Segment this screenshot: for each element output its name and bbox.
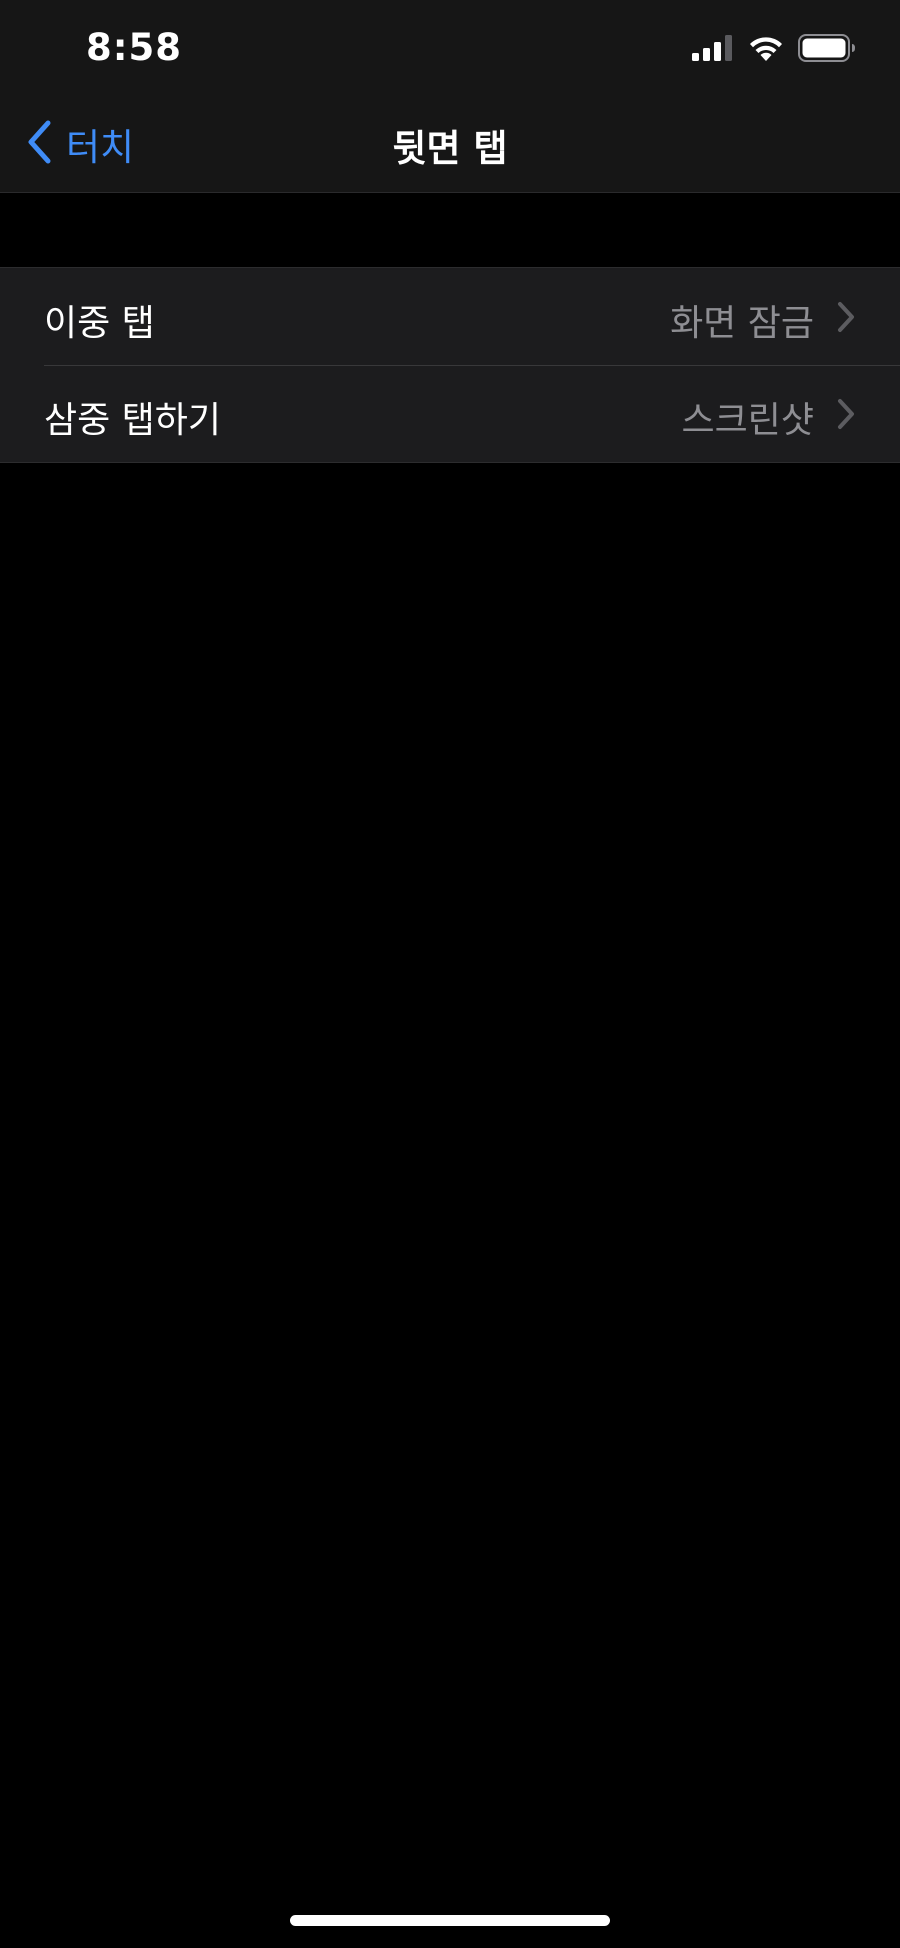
double-tap-label: 이중 탭 bbox=[44, 303, 155, 344]
status-icons bbox=[692, 30, 856, 70]
battery-icon bbox=[798, 34, 856, 66]
back-tap-settings-group: 이중 탭 화면 잠금 삼중 탭하기 스크린샷 bbox=[0, 267, 900, 463]
chevron-right-icon bbox=[836, 301, 856, 333]
home-indicator[interactable] bbox=[290, 1915, 610, 1926]
status-time: 8:58 bbox=[86, 26, 183, 69]
double-tap-row[interactable]: 이중 탭 화면 잠금 bbox=[0, 268, 900, 365]
chevron-right-icon bbox=[836, 398, 856, 430]
wifi-icon bbox=[748, 34, 784, 66]
page-title: 뒷면 탭 bbox=[392, 127, 508, 170]
triple-tap-label: 삼중 탭하기 bbox=[44, 400, 222, 441]
cellular-signal-icon bbox=[692, 35, 734, 65]
navigation-header: 8:58 터치 뒷면 탭 bbox=[0, 0, 900, 193]
triple-tap-value: 스크린샷 bbox=[681, 400, 814, 441]
double-tap-value: 화면 잠금 bbox=[670, 303, 814, 344]
triple-tap-row[interactable]: 삼중 탭하기 스크린샷 bbox=[0, 365, 900, 462]
